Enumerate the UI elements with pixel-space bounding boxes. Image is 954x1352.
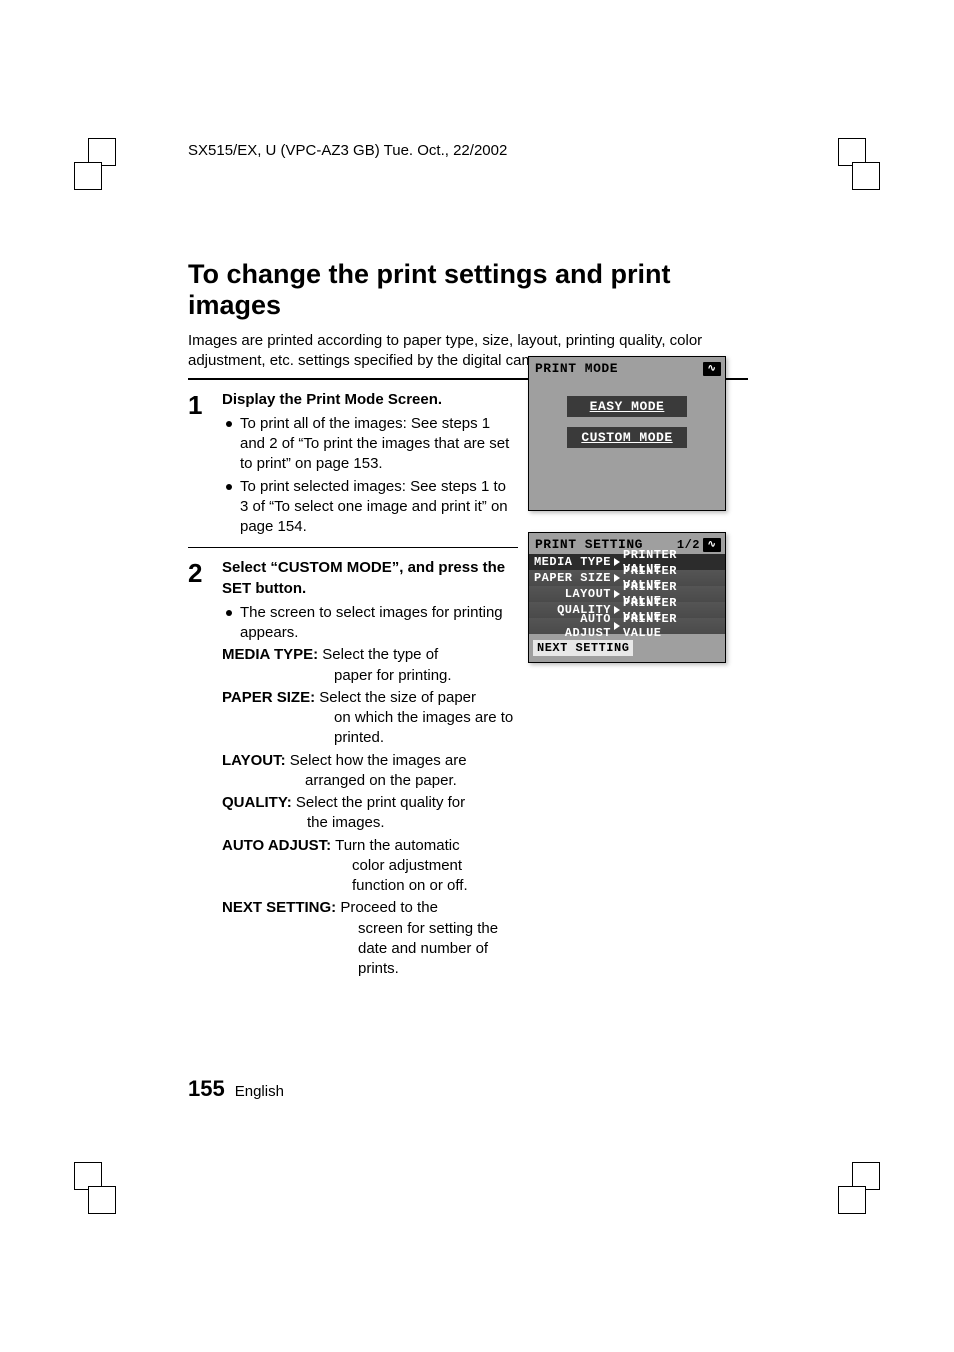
- crop-mark: [74, 138, 126, 190]
- def-text: the images.: [222, 813, 518, 833]
- next-setting-button: NEXT SETTING: [533, 640, 633, 656]
- easy-mode-button: EASY MODE: [567, 396, 687, 417]
- lcd-title: PRINT MODE: [535, 361, 618, 376]
- definitions: MEDIA TYPE: Select the type of paper for…: [222, 645, 518, 979]
- def-text: color adjustment function on or off.: [222, 856, 518, 897]
- def-label: LAYOUT:: [222, 752, 286, 769]
- page-title: To change the print settings and print i…: [188, 259, 748, 321]
- setting-label: PAPER SIZE: [533, 571, 611, 585]
- triangle-right-icon: [614, 590, 620, 598]
- def-quality: QUALITY: Select the print quality for th…: [222, 793, 518, 834]
- def-label: QUALITY:: [222, 794, 292, 811]
- setting-row-auto-adjust: AUTO ADJUST PRINTER VALUE: [529, 618, 725, 634]
- def-label: MEDIA TYPE:: [222, 646, 318, 663]
- page-footer: 155 English: [188, 1076, 284, 1102]
- crop-mark: [828, 138, 880, 190]
- step-2: 2 Select “CUSTOM MODE”, and press the SE…: [188, 558, 518, 981]
- setting-label: LAYOUT: [533, 587, 611, 601]
- step-body: Display the Print Mode Screen. To print …: [222, 390, 518, 540]
- page-language: English: [235, 1083, 284, 1100]
- def-label: PAPER SIZE:: [222, 689, 315, 706]
- step-title: Select “CUSTOM MODE”, and press the SET …: [222, 558, 518, 599]
- graph-icon: ∿: [703, 362, 721, 376]
- crop-mark: [828, 1162, 880, 1214]
- triangle-right-icon: [614, 574, 620, 582]
- step-title: Display the Print Mode Screen.: [222, 390, 518, 410]
- def-text: on which the images are to printed.: [222, 708, 518, 749]
- def-text: Select the print quality for: [292, 794, 465, 811]
- def-text: Select how the images are: [286, 752, 467, 769]
- doc-header: SX515/EX, U (VPC-AZ3 GB) Tue. Oct., 22/2…: [188, 142, 748, 159]
- triangle-right-icon: [614, 606, 620, 614]
- lcd-title-row: PRINT MODE ∿: [529, 357, 725, 378]
- def-label: NEXT SETTING:: [222, 899, 336, 916]
- bullet-item: To print all of the images: See steps 1 …: [222, 414, 518, 475]
- lcd-print-mode: PRINT MODE ∿ EASY MODE CUSTOM MODE: [528, 356, 726, 511]
- triangle-right-icon: [614, 622, 620, 630]
- def-auto-adjust: AUTO ADJUST: Turn the automatic color ad…: [222, 836, 518, 897]
- def-text: Select the size of paper: [315, 689, 476, 706]
- def-text: paper for printing.: [222, 666, 518, 686]
- bullet-item: The screen to select images for printing…: [222, 603, 518, 644]
- def-media-type: MEDIA TYPE: Select the type of paper for…: [222, 645, 518, 686]
- def-text: arranged on the paper.: [222, 771, 518, 791]
- def-text: Turn the automatic: [331, 837, 459, 854]
- step-number: 1: [188, 390, 222, 418]
- setting-value: PRINTER VALUE: [623, 612, 721, 640]
- def-text: screen for setting the date and number o…: [222, 919, 518, 980]
- def-layout: LAYOUT: Select how the images are arrang…: [222, 751, 518, 792]
- def-label: AUTO ADJUST:: [222, 837, 331, 854]
- page-content: SX515/EX, U (VPC-AZ3 GB) Tue. Oct., 22/2…: [188, 142, 748, 1102]
- triangle-right-icon: [614, 558, 620, 566]
- step-divider: [188, 547, 518, 548]
- lcd-print-setting: PRINT SETTING 1/2 ∿ MEDIA TYPE PRINTER V…: [528, 532, 726, 663]
- step-body: Select “CUSTOM MODE”, and press the SET …: [222, 558, 518, 981]
- step-number: 2: [188, 558, 222, 586]
- setting-label: MEDIA TYPE: [533, 555, 611, 569]
- def-paper-size: PAPER SIZE: Select the size of paper on …: [222, 688, 518, 749]
- bullet-item: To print selected images: See steps 1 to…: [222, 477, 518, 538]
- def-next-setting: NEXT SETTING: Proceed to the screen for …: [222, 898, 518, 979]
- page-number: 155: [188, 1076, 225, 1102]
- custom-mode-button: CUSTOM MODE: [567, 427, 687, 448]
- def-text: Select the type of: [318, 646, 438, 663]
- def-text: Proceed to the: [336, 899, 438, 916]
- step-1: 1 Display the Print Mode Screen. To prin…: [188, 390, 518, 540]
- crop-mark: [74, 1162, 126, 1214]
